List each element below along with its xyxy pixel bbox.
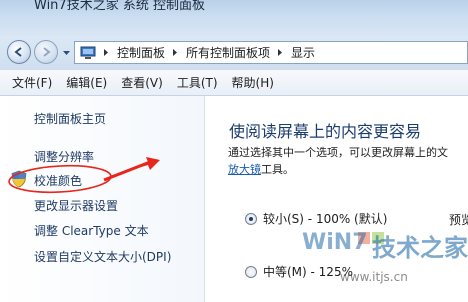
shield-icon: [11, 170, 27, 188]
breadcrumb-separator-icon: [104, 49, 108, 56]
watermark-brand-cn: 技术之家: [372, 234, 468, 262]
sidebar-item-change-display-settings[interactable]: 更改显示器设置: [34, 197, 118, 214]
back-arrow-icon: [14, 47, 22, 57]
control-panel-icon: [80, 46, 96, 59]
breadcrumb-display[interactable]: 显示: [291, 44, 315, 61]
window-title-bar: Win7技术之家 系统 控制面板: [0, 0, 468, 36]
option-small-label: 较小(S) - 100% (默认): [263, 212, 388, 226]
menu-file[interactable]: 文件(F): [0, 74, 59, 91]
back-button[interactable]: [7, 40, 31, 64]
window-title: Win7技术之家 系统 控制面板: [34, 0, 205, 13]
address-bar[interactable]: 控制面板 所有控制面板项 显示: [74, 41, 468, 64]
navigation-bar: 控制面板 所有控制面板项 显示: [0, 36, 468, 70]
sidebar-item-custom-dpi[interactable]: 设置自定义文本大小(DPI): [34, 248, 171, 265]
menu-view[interactable]: 查看(V): [114, 74, 170, 91]
menu-help[interactable]: 帮助(H): [225, 74, 281, 91]
sidebar-item-adjust-resolution[interactable]: 调整分辨率: [34, 148, 94, 165]
forward-button[interactable]: [34, 40, 58, 64]
sidebar-item-adjust-cleartype[interactable]: 调整 ClearType 文本: [34, 222, 149, 239]
recent-pages-dropdown-icon[interactable]: [62, 48, 71, 57]
task-pane: 控制面板主页 调整分辨率 校准颜色 更改显示器设置 调整 ClearType 文…: [0, 96, 205, 302]
main-content: 使阅读屏幕上的内容更容易 通过选择其中一个选项，可以更改屏幕上的文 放大镜工具。…: [205, 96, 468, 302]
menu-bar: 文件(F) 编辑(E) 查看(V) 工具(T) 帮助(H): [0, 70, 468, 96]
description-text: 通过选择其中一个选项，可以更改屏幕上的文: [228, 146, 448, 159]
option-small[interactable]: 较小(S) - 100% (默认): [245, 210, 387, 227]
radio-medium[interactable]: [245, 265, 257, 278]
sidebar-item-calibrate-color[interactable]: 校准颜色: [34, 172, 82, 189]
watermark-brand-en: WiN7: [302, 230, 368, 255]
sidebar-item-control-panel-home[interactable]: 控制面板主页: [34, 110, 106, 127]
breadcrumb-all-items[interactable]: 所有控制面板项: [186, 44, 270, 61]
description-text-continued: 放大镜工具。: [228, 163, 294, 176]
breadcrumb-control-panel[interactable]: 控制面板: [117, 44, 165, 61]
breadcrumb-separator-icon: [173, 49, 178, 56]
preview-label: 预览: [449, 213, 468, 227]
forward-arrow-icon: [43, 47, 51, 57]
breadcrumb-separator-icon: [278, 49, 283, 56]
menu-tools[interactable]: 工具(T): [170, 74, 225, 91]
watermark-url: www.itjs.cn: [340, 270, 408, 284]
page-title: 使阅读屏幕上的内容更容易: [229, 122, 422, 141]
magnifier-link[interactable]: 放大镜: [228, 163, 261, 176]
radio-small[interactable]: [245, 212, 257, 225]
menu-edit[interactable]: 编辑(E): [59, 74, 114, 91]
